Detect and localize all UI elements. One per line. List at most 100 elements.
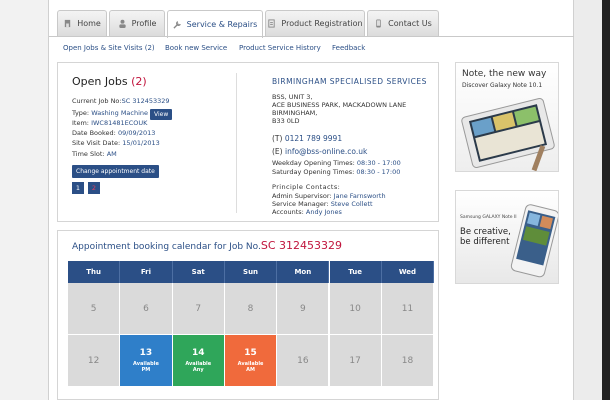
saturday-value: 08:30 - 17:00: [356, 168, 401, 176]
calendar-day-number: 6: [143, 303, 149, 314]
weekday-label: Weekday Opening Times:: [272, 159, 355, 167]
site-visit-value: 15/01/2013: [122, 139, 160, 147]
ad-galaxy-note-2[interactable]: Samsung GALAXY Note II Be creative, be d…: [455, 190, 559, 284]
calendar-day-number: 17: [349, 355, 361, 366]
change-appointment-button[interactable]: Change appointment date: [72, 165, 159, 178]
booking-calendar-panel: Appointment booking calendar for Job No.…: [57, 230, 439, 400]
item-value: IWC81481ECOUK: [91, 119, 148, 127]
current-job-row: Current Job No:SC 312453329: [72, 97, 170, 105]
open-jobs-title: Open Jobs: [72, 75, 128, 88]
calendar-day-cell: 17: [329, 335, 382, 387]
tab-label: Profile: [131, 19, 157, 28]
calendar-day-number: 14: [191, 348, 205, 358]
calendar-day-number: 15: [244, 348, 257, 358]
weekday-value: 08:30 - 17:00: [356, 159, 401, 167]
calendar-day-number: 7: [195, 303, 202, 314]
email-link[interactable]: info@bss-online.co.uk: [285, 147, 367, 156]
saturday-label: Saturday Opening Times:: [272, 168, 355, 176]
calendar-day-cell: 8: [224, 283, 278, 335]
calendar-available-slot[interactable]: 15 Available AM: [224, 335, 278, 387]
accounts-value[interactable]: Andy Jones: [306, 208, 342, 216]
calendar-day-header: Fri: [120, 261, 173, 283]
subnav-open-jobs[interactable]: Open Jobs & Site Visits (2): [63, 44, 155, 52]
calendar-day-number: 12: [87, 355, 100, 366]
tab-label: Home: [77, 19, 101, 28]
date-booked-label: Date Booked:: [72, 129, 116, 137]
calendar-day-cell: 5: [68, 283, 121, 335]
pagination-page-2[interactable]: 2: [88, 182, 100, 194]
open-jobs-panel: Open Jobs (2) Current Job No:SC 31245332…: [57, 62, 439, 222]
calendar-day-number: 18: [401, 355, 414, 366]
address-line: ACE BUSINESS PARK, MACKADOWN LANE: [272, 101, 407, 109]
tab-product-registration[interactable]: Product Registration: [265, 10, 365, 36]
current-job-value: SC 312453329: [121, 97, 170, 105]
address-line: BSS, UNIT 3,: [272, 93, 313, 101]
calendar-day-cell: 11: [381, 283, 435, 335]
type-row: Type: Washing Machine: [72, 109, 148, 117]
window-edge: [602, 0, 610, 400]
ad-tagline-2: be different: [460, 237, 510, 247]
calendar-day-number: 9: [299, 303, 306, 314]
accounts-contact: Accounts: Andy Jones: [272, 208, 342, 216]
calendar-day-cell: 12: [68, 335, 121, 387]
service-value[interactable]: Steve Collett: [331, 200, 373, 208]
calendar-day-header: Thu: [68, 261, 121, 283]
calendar-day-cell: 16: [277, 335, 330, 387]
tab-service-repairs[interactable]: Service & Repairs: [167, 10, 263, 38]
calendar-heading-text: Appointment booking calendar for Job No.: [72, 242, 261, 252]
ad-galaxy-note-10[interactable]: Note, the new way Discover Galaxy Note 1…: [455, 62, 559, 172]
service-contact: Service Manager: Steve Collett: [272, 200, 373, 208]
document-icon: [268, 19, 276, 28]
calendar-day-cell: 9: [277, 283, 330, 335]
type-label: Type:: [72, 109, 90, 117]
calendar-day-header: Tue: [329, 261, 382, 283]
calendar-day-number: 16: [297, 355, 309, 366]
calendar-heading: Appointment booking calendar for Job No.…: [72, 239, 342, 252]
open-jobs-heading: Open Jobs (2): [72, 75, 147, 88]
calendar-day-number: 5: [90, 303, 97, 314]
tab-contact-us[interactable]: Contact Us: [367, 10, 439, 36]
subnav-service-history[interactable]: Product Service History: [239, 44, 321, 52]
address-line: BIRMINGHAM,: [272, 109, 318, 117]
time-slot-label: Time Slot:: [72, 150, 105, 158]
admin-contact: Admin Supervisor: Jane Farnsworth: [272, 192, 386, 200]
accounts-label: Accounts:: [272, 208, 304, 216]
tablet-image: [461, 97, 555, 171]
weekday-hours: Weekday Opening Times: 08:30 - 17:00: [272, 159, 401, 167]
calendar-day-header: Mon: [277, 261, 330, 283]
pagination-page-1[interactable]: 1: [72, 182, 84, 194]
right-margin: [574, 0, 610, 400]
ad-title: Note, the new way: [462, 69, 547, 79]
phone-image: [510, 204, 558, 278]
calendar-available-slot[interactable]: 13 Available PM: [120, 335, 173, 387]
view-button[interactable]: View: [150, 109, 173, 120]
admin-value[interactable]: Jane Farnsworth: [334, 192, 386, 200]
date-booked-row: Date Booked: 09/09/2013: [72, 129, 155, 137]
wrench-icon: [173, 21, 181, 29]
calendar-available-slot[interactable]: 14 Available Any: [172, 335, 225, 387]
tab-profile[interactable]: Profile: [109, 10, 165, 36]
tab-home[interactable]: Home: [57, 10, 107, 36]
saturday-hours: Saturday Opening Times: 08:30 - 17:00: [272, 168, 400, 176]
site-visit-row: Site Visit Date: 15/01/2013: [72, 139, 160, 147]
panel-divider: [236, 73, 237, 213]
ad-subtitle: Discover Galaxy Note 10.1: [462, 82, 543, 89]
phone-prefix: (T): [272, 134, 283, 143]
subnav-feedback[interactable]: Feedback: [332, 44, 365, 52]
item-label: Item:: [72, 119, 89, 127]
availability-slot: AM: [246, 367, 255, 373]
calendar-day-cell: 6: [120, 283, 173, 335]
type-value: Washing Machine: [91, 109, 149, 117]
phone-value[interactable]: 0121 789 9991: [285, 134, 342, 143]
user-icon: [118, 19, 126, 28]
calendar-day-number: 13: [139, 348, 153, 358]
address-line: B33 0LD: [272, 117, 300, 125]
ad-tagline-1: Be creative,: [460, 227, 511, 237]
subnav-book-service[interactable]: Book new Service: [165, 44, 227, 52]
availability-slot: Any: [192, 367, 204, 373]
home-icon: [64, 19, 71, 28]
time-slot-row: Time Slot: AM: [72, 150, 117, 158]
calendar-day-header: Sun: [224, 261, 278, 283]
email-prefix: (E): [272, 147, 283, 156]
provider-name: BIRMINGHAM SPECIALISED SERVICES: [272, 77, 427, 86]
